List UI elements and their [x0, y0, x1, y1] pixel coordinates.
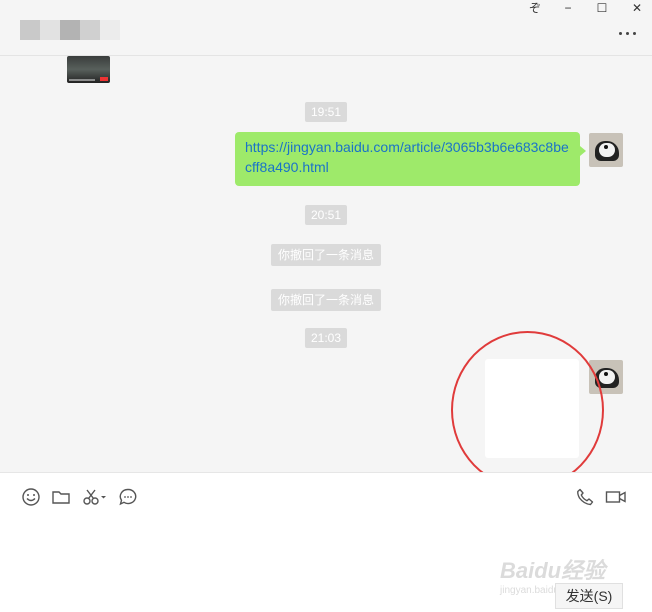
scissors-icon[interactable] — [82, 487, 108, 507]
recall-notice: 你撤回了一条消息 — [270, 244, 382, 266]
emoji-icon[interactable] — [21, 487, 41, 507]
contact-name-blurred — [20, 20, 120, 40]
title-bar: ぞ − ☐ ✕ — [0, 0, 652, 56]
chat-history-icon[interactable] — [118, 487, 138, 507]
video-call-icon[interactable] — [605, 487, 627, 507]
timestamp: 19:51 — [304, 102, 348, 122]
send-button[interactable]: 发送(S) — [555, 583, 623, 609]
close-button[interactable]: ✕ — [625, 0, 649, 16]
avatar-dog-eye — [604, 145, 608, 149]
avatar-dog-eye — [604, 372, 608, 376]
minimize-button[interactable]: − — [556, 0, 580, 16]
chat-history[interactable]: 19:51 https://jingyan.baidu.com/article/… — [0, 56, 652, 489]
red-circle-annotation — [451, 331, 604, 489]
timestamp: 21:03 — [304, 328, 348, 348]
maximize-button[interactable]: ☐ — [590, 0, 614, 16]
recall-notice: 你撤回了一条消息 — [270, 289, 382, 311]
more-dots-icon[interactable] — [616, 26, 640, 40]
phone-icon[interactable] — [575, 487, 595, 507]
record-indicator — [100, 77, 108, 81]
link-message-bubble[interactable]: https://jingyan.baidu.com/article/3065b3… — [235, 132, 586, 186]
pin-button[interactable]: ぞ — [523, 0, 547, 16]
timestamp: 20:51 — [304, 205, 348, 225]
folder-icon[interactable] — [51, 487, 71, 507]
video-message-thumbnail[interactable] — [67, 56, 110, 83]
video-progress-bar — [69, 79, 95, 81]
message-input-area[interactable]: Baidu经验 jingyan.baidu.com 发送(S) — [0, 472, 652, 612]
avatar[interactable] — [589, 133, 623, 167]
watermark-text: Baidu经验 — [500, 558, 606, 583]
